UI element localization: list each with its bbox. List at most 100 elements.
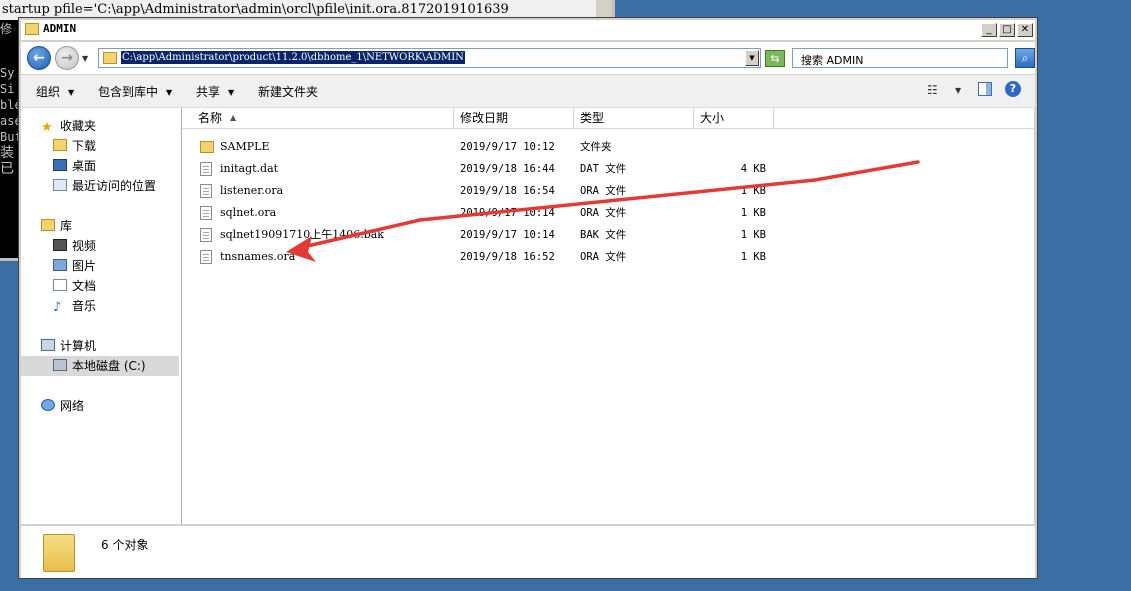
column-name-label: 名称: [198, 111, 223, 125]
file-size: 4 KB: [740, 163, 766, 175]
file-row[interactable]: tnsnames.ora 2019/9/18 16:52 ORA 文件 1 KB: [182, 246, 1034, 268]
video-icon: [53, 239, 67, 251]
file-size: 1 KB: [740, 229, 766, 241]
file-row[interactable]: sqlnet19091710上午1406.bak 2019/9/17 10:14 B…: [182, 224, 1034, 246]
maximize-button[interactable]: □: [999, 23, 1015, 37]
nav-desktop[interactable]: 桌面: [53, 156, 96, 176]
search-icon: ⌕: [1021, 51, 1029, 65]
nav-label: 网络: [60, 399, 85, 413]
include-in-library-menu[interactable]: 包含到库中 ▼: [98, 83, 172, 100]
back-button[interactable]: ←: [27, 46, 51, 70]
file-modified: 2019/9/17 10:14: [460, 229, 555, 241]
column-modified[interactable]: 修改日期: [454, 108, 574, 128]
nav-libraries[interactable]: 库: [41, 216, 72, 236]
music-icon: ♪: [53, 300, 62, 315]
address-dropdown-icon[interactable]: ▼: [745, 50, 759, 66]
library-icon: [41, 219, 55, 231]
share-menu[interactable]: 共享 ▼: [196, 83, 234, 100]
forward-button[interactable]: →: [55, 46, 79, 70]
file-type: ORA 文件: [580, 207, 627, 219]
title-bar[interactable]: ADMIN _ □ ✕: [21, 20, 1035, 40]
console-fragment: 装: [0, 145, 14, 161]
folder-icon: [43, 534, 75, 572]
chevron-down-icon[interactable]: ▼: [955, 86, 961, 95]
minimize-button[interactable]: _: [981, 23, 997, 37]
nav-label: 计算机: [60, 339, 97, 353]
file-row[interactable]: sqlnet.ora 2019/9/17 10:14 ORA 文件 1 KB: [182, 202, 1034, 224]
nav-pictures[interactable]: 图片: [53, 256, 96, 276]
nav-downloads[interactable]: 下载: [53, 136, 96, 156]
nav-label: 桌面: [72, 159, 97, 173]
arrow-right-icon: →: [61, 50, 73, 66]
view-options-icon[interactable]: ☷: [927, 83, 938, 97]
file-icon: [200, 206, 212, 220]
computer-icon: [41, 339, 55, 351]
history-dropdown-icon[interactable]: ▼: [82, 54, 88, 63]
document-icon: [53, 279, 67, 291]
file-icon: [200, 228, 212, 242]
nav-computer[interactable]: 计算机: [41, 336, 96, 356]
file-size: 1 KB: [740, 251, 766, 263]
explorer-window: ADMIN _ □ ✕ ← → ▼ C:\app\Administrator\p…: [18, 17, 1038, 579]
address-path[interactable]: C:\app\Administrator\product\11.2.0\dbho…: [121, 51, 465, 64]
download-folder-icon: [53, 139, 67, 151]
refresh-button[interactable]: ⇆: [765, 50, 785, 67]
file-icon: [200, 184, 212, 198]
refresh-icon: ⇆: [770, 52, 780, 65]
console-fragment: 已: [0, 161, 14, 177]
arrow-left-icon: ←: [33, 50, 45, 66]
nav-label: 收藏夹: [60, 119, 97, 133]
address-row: ← → ▼ C:\app\Administrator\product\11.2.…: [21, 42, 1035, 74]
nav-label: 本地磁盘 (C:): [72, 359, 146, 373]
chevron-down-icon: ▼: [166, 88, 173, 97]
nav-music[interactable]: ♪ 音乐: [53, 296, 96, 316]
nav-label: 图片: [72, 259, 97, 273]
command-bar: 组织 ▼ 包含到库中 ▼ 共享 ▼ 新建文件夹 ☷ ▼ ?: [21, 75, 1035, 108]
file-modified: 2019/9/17 10:12: [460, 141, 555, 153]
nav-documents[interactable]: 文档: [53, 276, 96, 296]
new-folder-button[interactable]: 新建文件夹: [258, 83, 318, 100]
organize-menu[interactable]: 组织 ▼: [36, 83, 74, 100]
share-label: 共享: [196, 85, 221, 99]
file-name: listener.ora: [220, 184, 284, 197]
file-icon: [200, 250, 212, 264]
nav-recent[interactable]: 最近访问的位置: [53, 176, 156, 196]
window-title: ADMIN: [43, 22, 77, 35]
nav-network[interactable]: 网络: [41, 396, 84, 416]
include-in-library-label: 包含到库中: [98, 85, 159, 99]
file-type: 文件夹: [580, 141, 612, 153]
star-icon: ★: [41, 120, 53, 135]
file-row[interactable]: listener.ora 2019/9/18 16:54 ORA 文件 1 KB: [182, 180, 1034, 202]
column-header: 名称 ▲ 修改日期 类型 大小: [182, 108, 1034, 129]
nav-videos[interactable]: 视频: [53, 236, 96, 256]
file-row[interactable]: initagt.dat 2019/9/18 16:44 DAT 文件 4 KB: [182, 158, 1034, 180]
help-icon[interactable]: ?: [1005, 81, 1021, 97]
console-fragment: Sy: [0, 66, 15, 80]
nav-favorites[interactable]: ★ 收藏夹: [41, 116, 96, 136]
file-modified: 2019/9/18 16:52: [460, 251, 555, 263]
column-type[interactable]: 类型: [574, 108, 694, 128]
folder-icon: [200, 141, 214, 153]
file-name: initagt.dat: [220, 162, 279, 175]
column-name[interactable]: 名称 ▲: [182, 108, 454, 128]
nav-label: 音乐: [72, 299, 97, 313]
file-name: SAMPLE: [220, 140, 270, 153]
address-bar[interactable]: C:\app\Administrator\product\11.2.0\dbho…: [98, 48, 761, 68]
close-button[interactable]: ✕: [1017, 23, 1033, 37]
search-button[interactable]: ⌕: [1015, 48, 1035, 68]
search-input[interactable]: 搜索 ADMIN: [792, 48, 1008, 68]
file-size: 1 KB: [740, 207, 766, 219]
column-size[interactable]: 大小: [694, 108, 774, 128]
preview-pane-icon[interactable]: [978, 82, 992, 96]
details-pane: 6 个对象: [21, 525, 1035, 578]
nav-local-disk[interactable]: 本地磁盘 (C:): [21, 356, 179, 376]
file-icon: [200, 162, 212, 176]
chevron-down-icon: ▼: [228, 88, 235, 97]
nav-label: 最近访问的位置: [72, 179, 157, 193]
folder-icon: [103, 52, 117, 64]
file-row[interactable]: SAMPLE 2019/9/17 10:12 文件夹: [182, 136, 1034, 158]
folder-icon: [25, 23, 39, 35]
nav-label: 库: [60, 219, 73, 233]
nav-label: 下载: [72, 139, 97, 153]
file-type: DAT 文件: [580, 163, 627, 175]
